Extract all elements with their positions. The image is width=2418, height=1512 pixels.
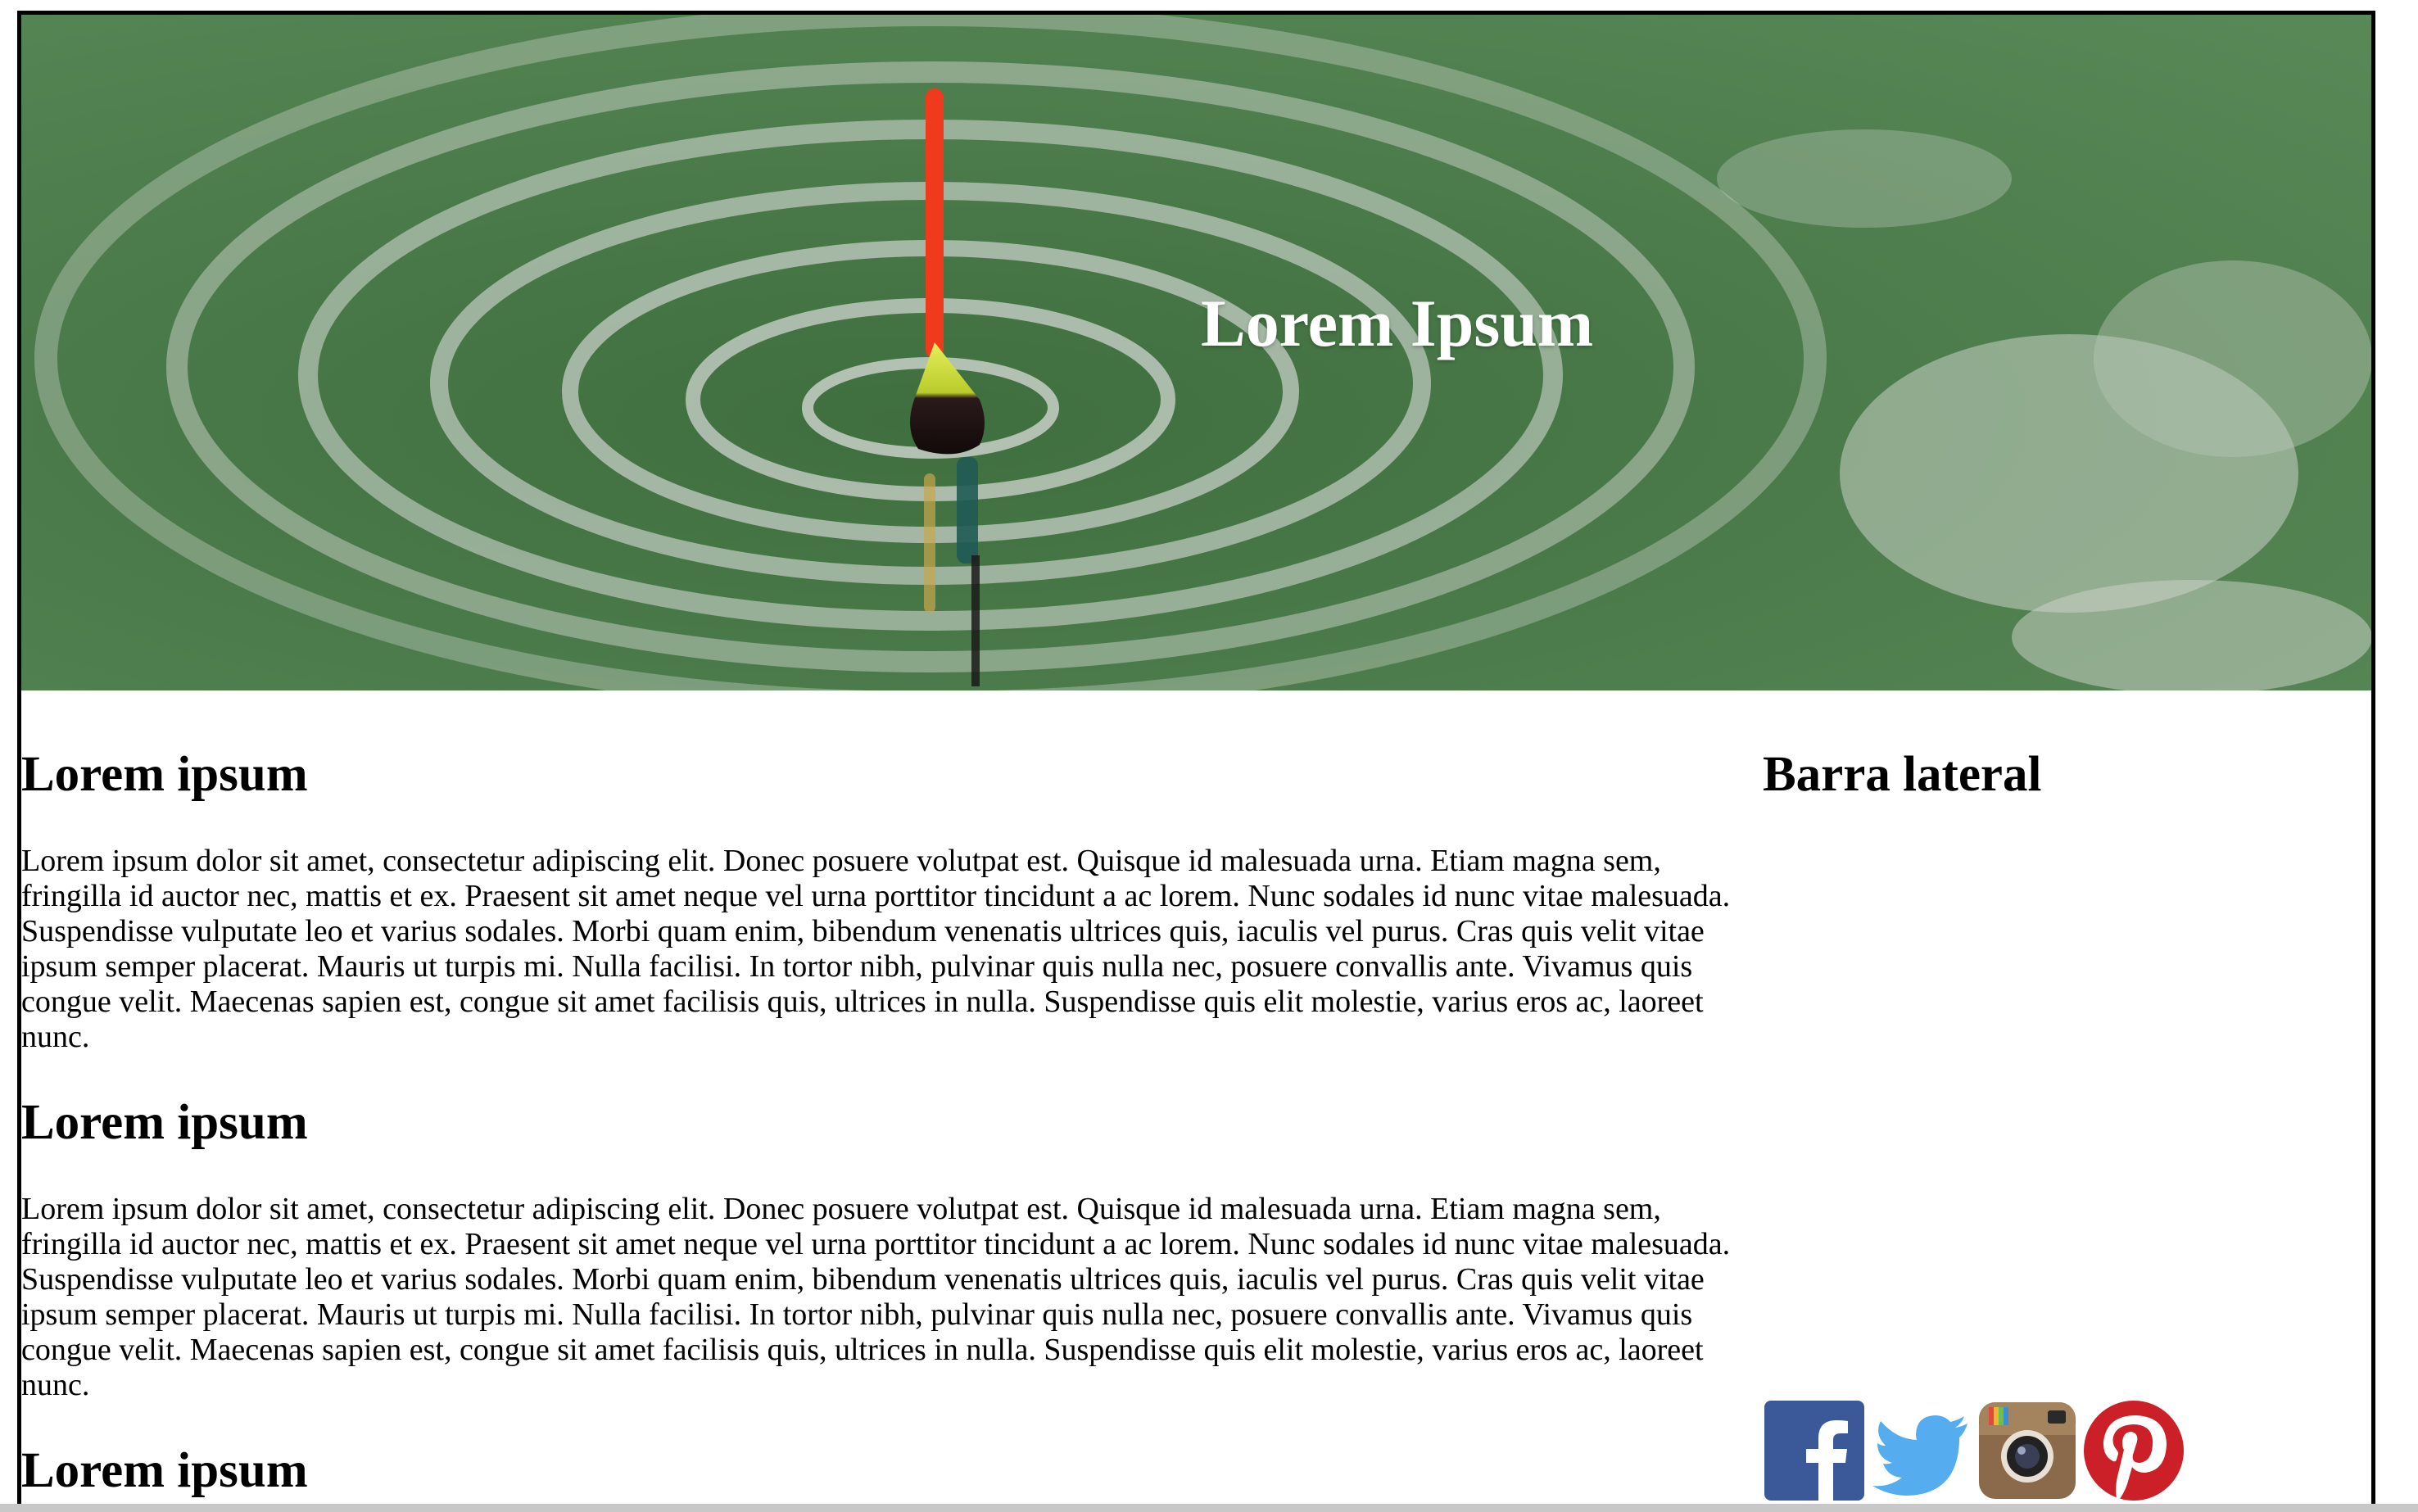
header-banner: Lorem Ipsum — [21, 15, 2371, 690]
social-links — [1763, 1399, 2185, 1502]
section-heading: Lorem ipsum — [21, 1443, 308, 1498]
twitter-icon[interactable] — [1869, 1399, 1972, 1502]
instagram-icon[interactable] — [1976, 1399, 2079, 1502]
window-bottom-edge — [0, 1504, 2418, 1512]
page-title: Lorem Ipsum — [1201, 286, 1594, 360]
section-paragraph: Lorem ipsum dolor sit amet, consectetur … — [21, 844, 1731, 1054]
page-frame: Lorem Ipsum Lorem ipsum Lorem ipsum dolo… — [17, 11, 2375, 1512]
section-heading: Lorem ipsum — [21, 747, 308, 802]
section-heading: Lorem ipsum — [21, 1095, 308, 1150]
sidebar-title: Barra lateral — [1763, 747, 2042, 802]
section-paragraph: Lorem ipsum dolor sit amet, consectetur … — [21, 1192, 1731, 1402]
fishing-float-image — [21, 15, 2371, 690]
pinterest-icon[interactable] — [2082, 1399, 2185, 1502]
facebook-icon[interactable] — [1763, 1399, 1866, 1502]
